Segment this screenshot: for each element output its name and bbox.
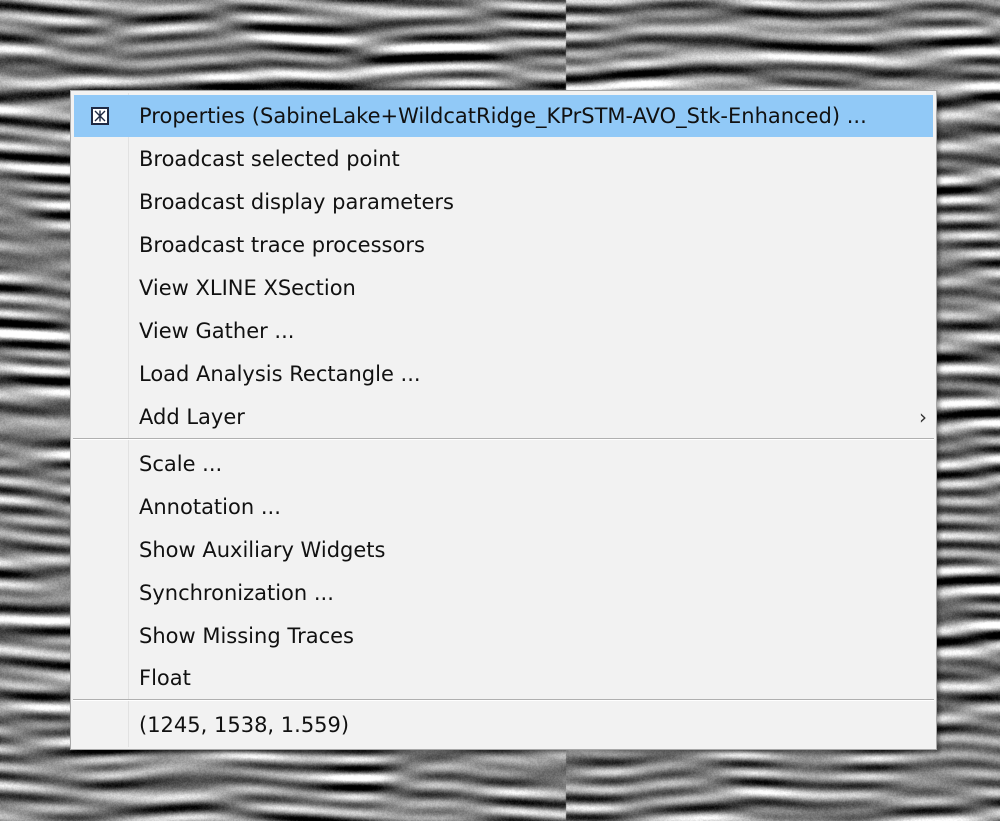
menu-item-label: Broadcast display parameters [139,190,454,214]
menu-item-label: Broadcast trace processors [139,233,425,257]
menu-item-label: Add Layer [139,405,245,429]
chevron-right-icon: › [919,405,927,429]
menu-item-label: Show Auxiliary Widgets [139,538,386,562]
menu-item-label: Float [139,666,191,690]
menu-item-properties[interactable]: Properties (SabineLake+WildcatRidge_KPrS… [74,95,933,137]
menu-item-label: Show Missing Traces [139,624,354,648]
menu-item-broadcast-selected-point[interactable]: Broadcast selected point [74,138,933,180]
menu-item-show-auxiliary-widgets[interactable]: Show Auxiliary Widgets [74,529,933,571]
menu-item-label: Properties (SabineLake+WildcatRidge_KPrS… [139,104,867,128]
context-menu: Properties (SabineLake+WildcatRidge_KPrS… [70,90,937,750]
menu-item-view-gather[interactable]: View Gather ... [74,310,933,352]
menu-item-view-xline-xsection[interactable]: View XLINE XSection [74,267,933,309]
menu-item-label: Scale ... [139,452,223,476]
menu-item-annotation[interactable]: Annotation ... [74,486,933,528]
menu-separator [73,699,934,701]
menu-item-float[interactable]: Float [74,657,933,699]
menu-item-load-analysis-rectangle[interactable]: Load Analysis Rectangle ... [74,353,933,395]
menu-item-cursor-coordinates[interactable]: (1245, 1538, 1.559) [74,704,933,746]
menu-item-label: View Gather ... [139,319,295,343]
menu-item-label: View XLINE XSection [139,276,356,300]
menu-item-show-missing-traces[interactable]: Show Missing Traces [74,615,933,657]
menu-item-label: Load Analysis Rectangle ... [139,362,421,386]
menu-item-label: (1245, 1538, 1.559) [139,713,350,737]
menu-item-synchronization[interactable]: Synchronization ... [74,572,933,614]
menu-separator [73,438,934,440]
menu-item-scale[interactable]: Scale ... [74,443,933,485]
menu-item-broadcast-trace-processors[interactable]: Broadcast trace processors [74,224,933,266]
properties-icon [91,107,109,125]
menu-item-broadcast-display-parameters[interactable]: Broadcast display parameters [74,181,933,223]
menu-item-label: Synchronization ... [139,581,334,605]
menu-item-add-layer[interactable]: Add Layer › [74,396,933,438]
menu-item-label: Broadcast selected point [139,147,400,171]
menu-item-label: Annotation ... [139,495,281,519]
